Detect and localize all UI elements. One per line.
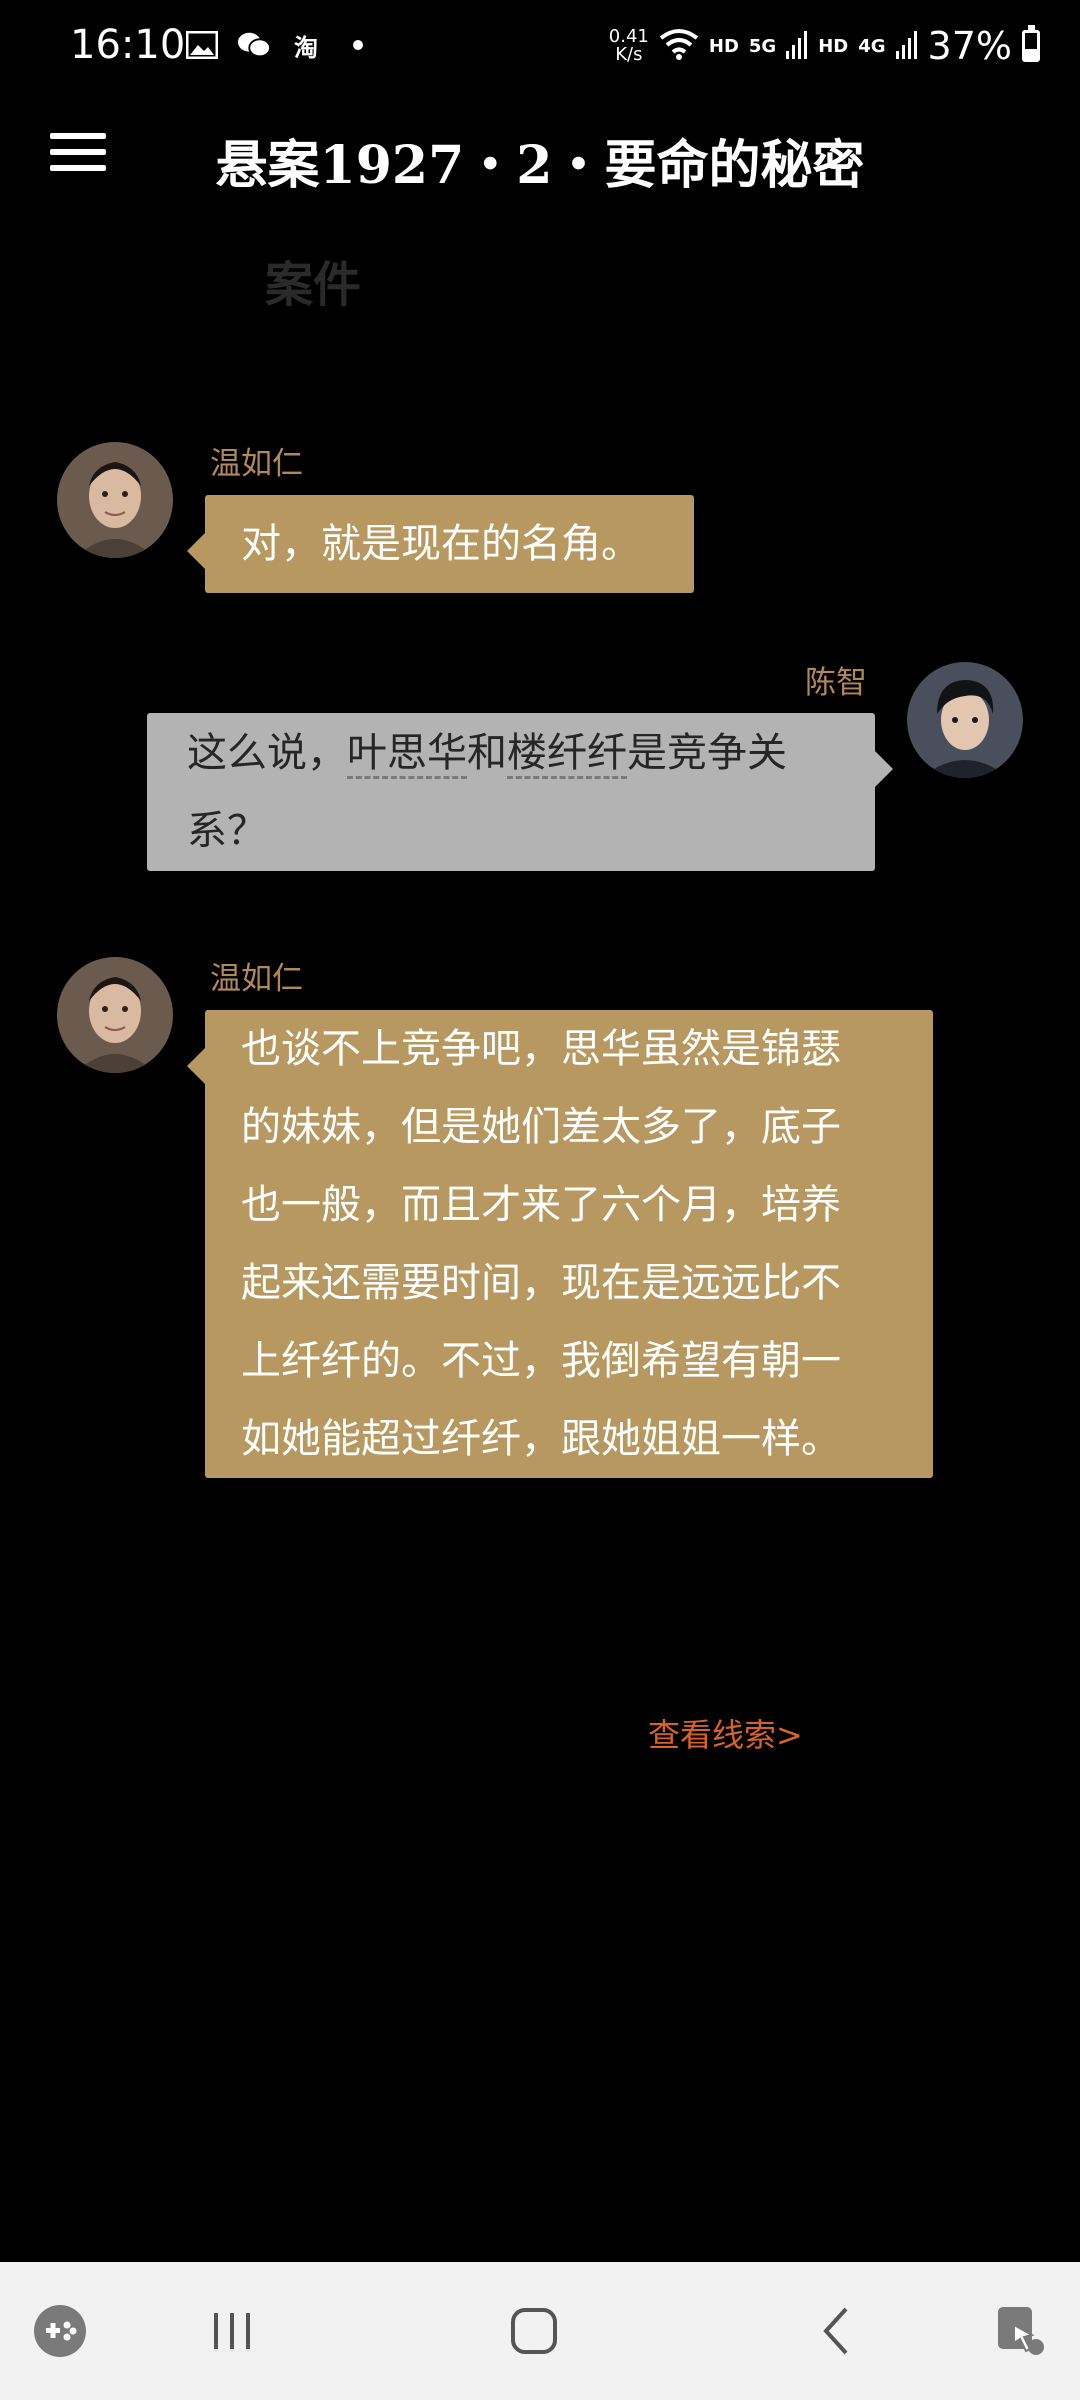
message-text: 是竞争关	[627, 730, 787, 776]
view-clues-link[interactable]: 查看线索>	[648, 1710, 803, 1756]
message-line: 这么说，叶思华和楼纤纤是竞争关	[187, 714, 835, 792]
message-line: 也谈不上竞争吧，思华虽然是锦瑟	[241, 1026, 841, 1072]
message-line: 上纤纤的。不过，我倒希望有朝一	[241, 1338, 841, 1384]
wifi-icon	[659, 28, 699, 64]
rotate-lock-button[interactable]	[960, 2262, 1080, 2400]
recent-apps-button[interactable]	[172, 2262, 292, 2400]
screen-touch-icon	[998, 2307, 1044, 2355]
recent-apps-icon	[214, 2313, 250, 2349]
battery-percent: 37%	[927, 24, 1012, 68]
message-bubble: 也谈不上竞争吧，思华虽然是锦瑟 的妹妹，但是她们差太多了，底子 也一般，而且才来…	[187, 1010, 933, 1478]
sender-name: 温如仁	[210, 446, 303, 482]
page-title: 悬案1927・2・要命的秘密	[215, 135, 865, 196]
hd-label: HD	[708, 35, 739, 57]
wechat-icon	[237, 28, 271, 62]
keyword-lou-xianxian[interactable]: 楼纤纤	[507, 730, 627, 779]
network-type-label: 5G	[748, 35, 777, 57]
hd-label-2: HD	[818, 35, 849, 57]
signal-icon	[895, 29, 918, 63]
signal-icon	[786, 29, 808, 63]
sender-name: 陈智	[805, 665, 867, 701]
message-line: 的妹妹，但是她们差太多了，底子	[241, 1104, 841, 1150]
battery-icon	[1022, 25, 1040, 62]
back-icon	[823, 2307, 848, 2355]
status-bar: 16:10 淘 0.41 K/s HD 5G HD 4G 37%	[0, 0, 1080, 95]
sender-name: 温如仁	[210, 961, 303, 997]
message-bubble: 对，就是现在的名角。	[187, 495, 694, 593]
message-text: 和	[467, 730, 507, 776]
avatar-wen-ruren[interactable]	[57, 957, 173, 1073]
home-icon	[511, 2308, 557, 2354]
speed-unit: K/s	[615, 44, 643, 65]
avatar-wen-ruren[interactable]	[57, 442, 173, 558]
case-label: 案件	[265, 257, 362, 313]
game-tools-button[interactable]	[0, 2262, 120, 2400]
network-type-label-2: 4G	[858, 35, 886, 57]
network-speed: 0.41 K/s	[609, 28, 649, 64]
dot-icon	[341, 28, 375, 62]
battery-level	[1025, 49, 1037, 59]
message-line: 系？	[187, 808, 267, 854]
back-button[interactable]	[776, 2262, 896, 2400]
system-nav-bar	[0, 2262, 1080, 2400]
message-line: 起来还需要时间，现在是远远比不	[241, 1260, 841, 1306]
taobao-icon: 淘	[294, 33, 318, 62]
gamepad-icon	[34, 2305, 86, 2357]
app-header: 悬案1927・2・要命的秘密	[0, 105, 1080, 205]
message-line: 也一般，而且才来了六个月，培养	[241, 1182, 841, 1228]
home-button[interactable]	[474, 2262, 594, 2400]
message-text: 这么说，	[187, 730, 347, 776]
avatar-chen-zhi[interactable]	[907, 662, 1023, 778]
gallery-icon	[185, 28, 219, 62]
message-line: 如她能超过纤纤，跟她姐姐一样。	[241, 1416, 841, 1462]
message-text: 对，就是现在的名角。	[241, 521, 641, 567]
status-time: 16:10	[70, 22, 186, 68]
message-bubble: 这么说，叶思华和楼纤纤是竞争关 系？	[147, 713, 893, 871]
keyword-ye-sihua[interactable]: 叶思华	[347, 730, 467, 779]
